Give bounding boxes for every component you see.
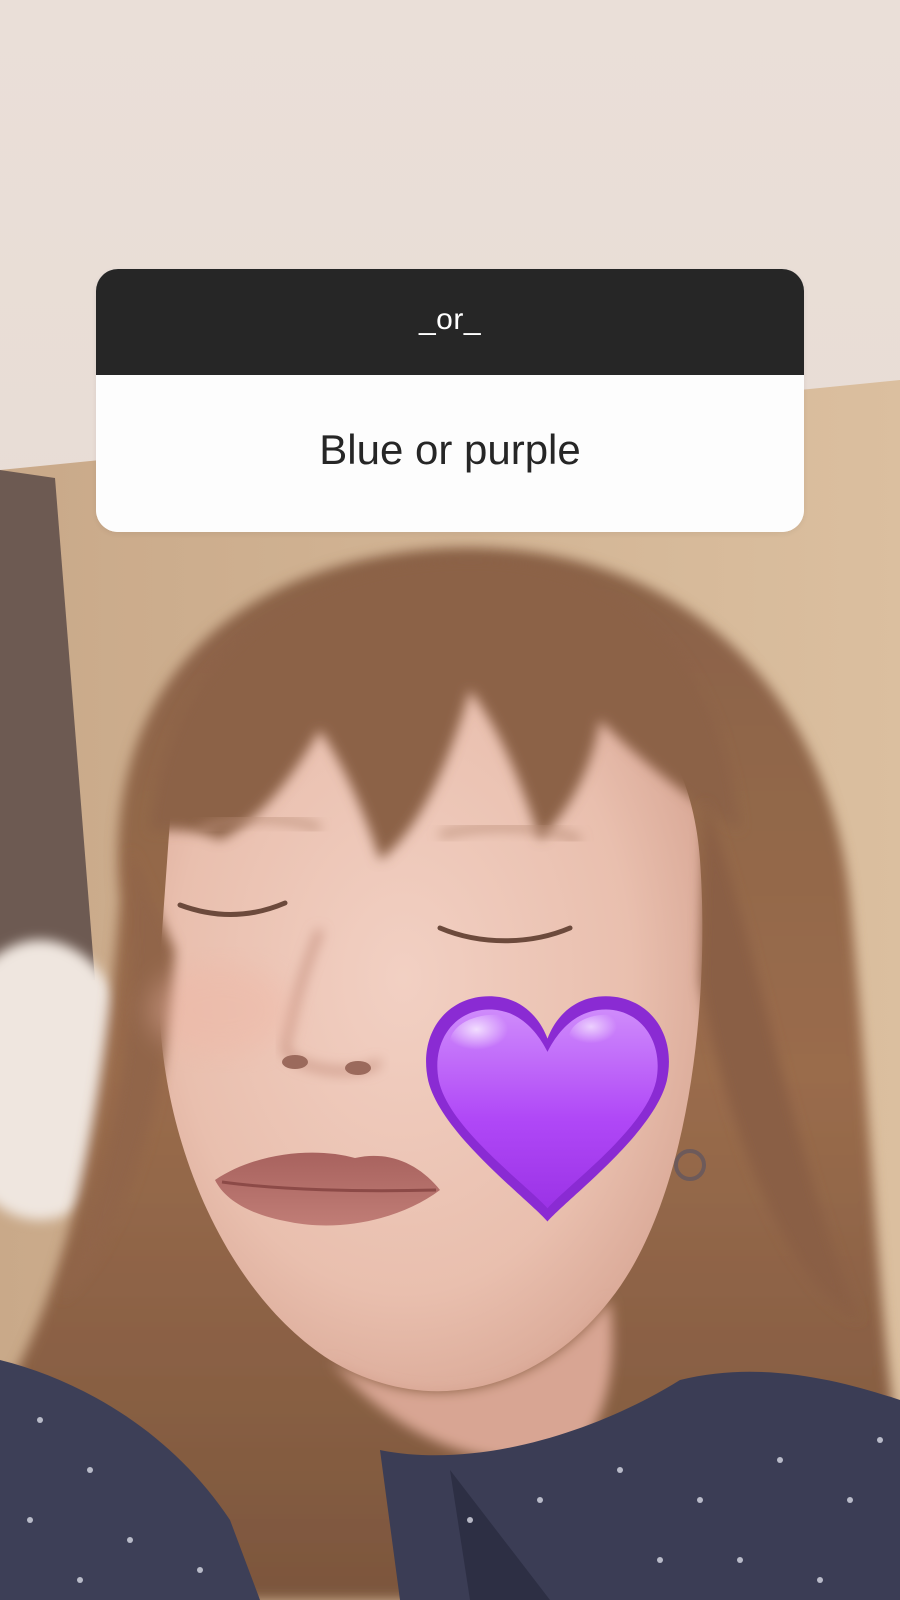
question-sticker[interactable]: _or_ Blue or purple: [96, 269, 804, 532]
selfie-photo: [0, 0, 900, 1600]
question-sticker-body: Blue or purple: [96, 375, 804, 532]
story-frame: _or_ Blue or purple: [0, 0, 900, 1600]
purple-heart-icon[interactable]: [415, 975, 680, 1240]
question-sticker-header: _or_: [96, 269, 804, 375]
question-sticker-text: Blue or purple: [319, 425, 581, 473]
question-sticker-title: _or_: [418, 303, 482, 336]
